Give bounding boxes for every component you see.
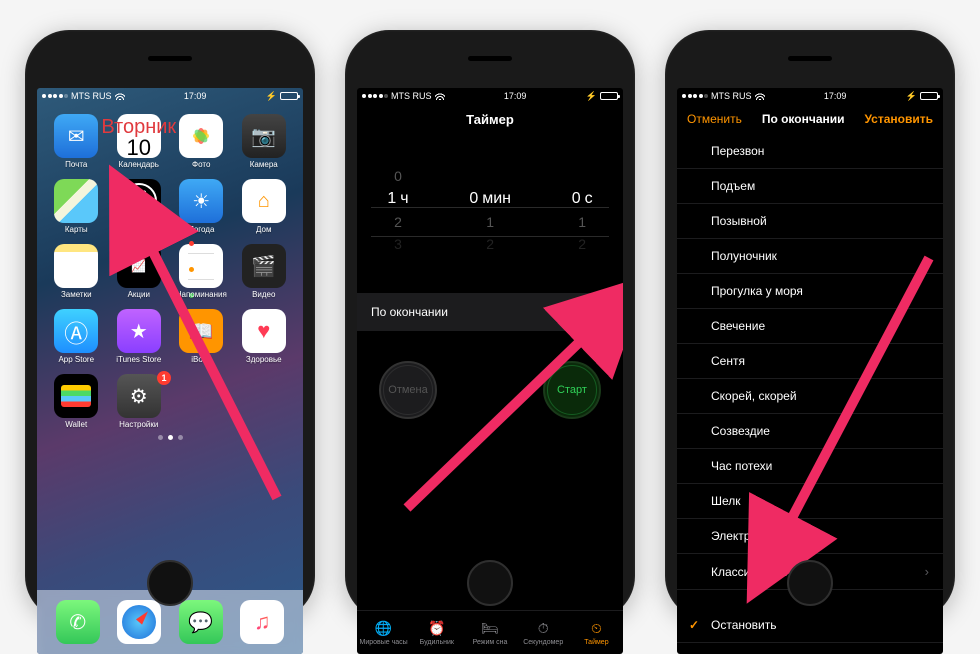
- bluetooth-icon: ⚡: [586, 91, 597, 102]
- app-health[interactable]: ♥Здоровье: [235, 309, 294, 364]
- sound-stop-playing[interactable]: Остановить: [677, 608, 943, 643]
- dock-messages[interactable]: 💬: [179, 600, 223, 644]
- picker-minutes[interactable]: 0мин 1 2: [469, 168, 511, 252]
- app-stocks[interactable]: 📈Акции: [110, 244, 169, 299]
- list-separator: [677, 590, 943, 608]
- home-grid: ✉︎Почта Вторник10Календарь Фото 📷Камера …: [37, 104, 303, 429]
- phone-frame-1: MTS RUS 17:09 ⚡ ✉︎Почта Вторник10Календа…: [25, 30, 315, 620]
- app-photos[interactable]: Фото: [172, 114, 231, 169]
- stopwatch-icon: ⏱: [534, 620, 552, 638]
- sound-option[interactable]: Электросхема: [677, 519, 943, 554]
- status-bar: MTS RUS 17:09 ⚡: [357, 88, 623, 104]
- app-ibook[interactable]: 📖iBook: [172, 309, 231, 364]
- tab-alarm[interactable]: ⏰Будильник: [410, 611, 463, 654]
- cancel-button[interactable]: Отмена: [379, 361, 437, 419]
- sound-classic-row[interactable]: Классические›: [677, 554, 943, 590]
- app-weather[interactable]: ☀︎Погода: [172, 179, 231, 234]
- app-notes[interactable]: Заметки: [47, 244, 106, 299]
- sound-option[interactable]: Перезвон: [677, 134, 943, 169]
- tab-world-clock[interactable]: 🌐Мировые часы: [357, 611, 410, 654]
- sound-option[interactable]: Свечение: [677, 309, 943, 344]
- modal-nav: Отменить По окончании Установить: [677, 104, 943, 134]
- set-button[interactable]: Установить: [864, 112, 933, 126]
- sound-option[interactable]: Полуночник: [677, 239, 943, 274]
- time-picker[interactable]: 0 1ч 2 3 0мин 1 2 0с 1 2: [357, 155, 623, 265]
- chevron-right-icon: ›: [605, 305, 609, 319]
- sound-option[interactable]: Созвездие: [677, 414, 943, 449]
- wifi-icon: [755, 92, 765, 100]
- nav-title: По окончании: [762, 112, 845, 126]
- cancel-button[interactable]: Отменить: [687, 112, 742, 126]
- home-screen: MTS RUS 17:09 ⚡ ✉︎Почта Вторник10Календа…: [37, 88, 303, 654]
- timer-icon: ⏲: [587, 620, 605, 638]
- tab-bar: 🌐Мировые часы ⏰Будильник 🛏Режим сна ⏱Сек…: [357, 610, 623, 654]
- sound-select-screen: MTS RUS 17:09 ⚡ Отменить По окончании Ус…: [677, 88, 943, 654]
- sound-option[interactable]: Шелк: [677, 484, 943, 519]
- sound-list[interactable]: Перезвон Подъем Позывной Полуночник Прог…: [677, 134, 943, 654]
- battery-icon: [280, 92, 298, 100]
- bluetooth-icon: ⚡: [266, 91, 277, 102]
- clock-icon: [121, 183, 157, 219]
- app-videos[interactable]: 🎬Видео: [235, 244, 294, 299]
- app-wallet[interactable]: Wallet: [47, 374, 106, 429]
- battery-icon: [600, 92, 618, 100]
- dock-safari[interactable]: [117, 600, 161, 644]
- app-maps[interactable]: Карты: [47, 179, 106, 234]
- phone-frame-2: MTS RUS 17:09 ⚡ Таймер 0 1ч 2 3 0мин 1 2…: [345, 30, 635, 620]
- tab-stopwatch[interactable]: ⏱Секундомер: [517, 611, 570, 654]
- status-time: 17:09: [184, 91, 207, 101]
- status-bar: MTS RUS 17:09 ⚡: [37, 88, 303, 104]
- tab-bedtime[interactable]: 🛏Режим сна: [463, 611, 516, 654]
- app-clock[interactable]: Часы: [110, 179, 169, 234]
- picker-hours[interactable]: 0 1ч 2 3: [387, 168, 408, 252]
- carrier-label: MTS RUS: [71, 91, 112, 101]
- timer-screen: MTS RUS 17:09 ⚡ Таймер 0 1ч 2 3 0мин 1 2…: [357, 88, 623, 654]
- app-appstore[interactable]: ⒶApp Store: [47, 309, 106, 364]
- battery-icon: [920, 92, 938, 100]
- sound-option[interactable]: Сентя: [677, 344, 943, 379]
- picker-seconds[interactable]: 0с 1 2: [572, 168, 593, 252]
- app-home[interactable]: ⌂Дом: [235, 179, 294, 234]
- wifi-icon: [435, 92, 445, 100]
- dock-phone[interactable]: ✆: [56, 600, 100, 644]
- when-ends-value: Радар: [566, 305, 601, 319]
- nav-title: Таймер: [357, 104, 623, 135]
- sound-option[interactable]: Подъем: [677, 169, 943, 204]
- bed-icon: 🛏: [481, 620, 499, 638]
- bluetooth-icon: ⚡: [906, 91, 917, 102]
- app-reminders[interactable]: Напоминания: [172, 244, 231, 299]
- signal-dots-icon: [362, 94, 388, 98]
- page-indicator[interactable]: [37, 435, 303, 440]
- app-calendar[interactable]: Вторник10Календарь: [110, 114, 169, 169]
- signal-dots-icon: [682, 94, 708, 98]
- status-bar: MTS RUS 17:09 ⚡: [677, 88, 943, 104]
- signal-dots-icon: [42, 94, 68, 98]
- tab-timer[interactable]: ⏲Таймер: [570, 611, 623, 654]
- start-button[interactable]: Старт: [543, 361, 601, 419]
- sound-option[interactable]: Скорей, скорей: [677, 379, 943, 414]
- app-settings[interactable]: ⚙︎1Настройки: [110, 374, 169, 429]
- app-mail[interactable]: ✉︎Почта: [47, 114, 106, 169]
- sound-option[interactable]: Позывной: [677, 204, 943, 239]
- phone-frame-3: MTS RUS 17:09 ⚡ Отменить По окончании Ус…: [665, 30, 955, 620]
- dock-music[interactable]: ♫: [240, 600, 284, 644]
- dock: ✆ 💬 ♫: [37, 590, 303, 654]
- when-ends-label: По окончании: [371, 305, 448, 319]
- settings-badge: 1: [157, 371, 171, 385]
- wifi-icon: [115, 92, 125, 100]
- sound-option[interactable]: Час потехи: [677, 449, 943, 484]
- chevron-right-icon: ›: [925, 564, 929, 579]
- sound-option[interactable]: Прогулка у моря: [677, 274, 943, 309]
- globe-icon: 🌐: [375, 620, 393, 638]
- app-camera[interactable]: 📷Камера: [235, 114, 294, 169]
- alarm-icon: ⏰: [428, 620, 446, 638]
- app-itunes[interactable]: ★iTunes Store: [110, 309, 169, 364]
- when-timer-ends-row[interactable]: По окончании Радар ›: [357, 293, 623, 331]
